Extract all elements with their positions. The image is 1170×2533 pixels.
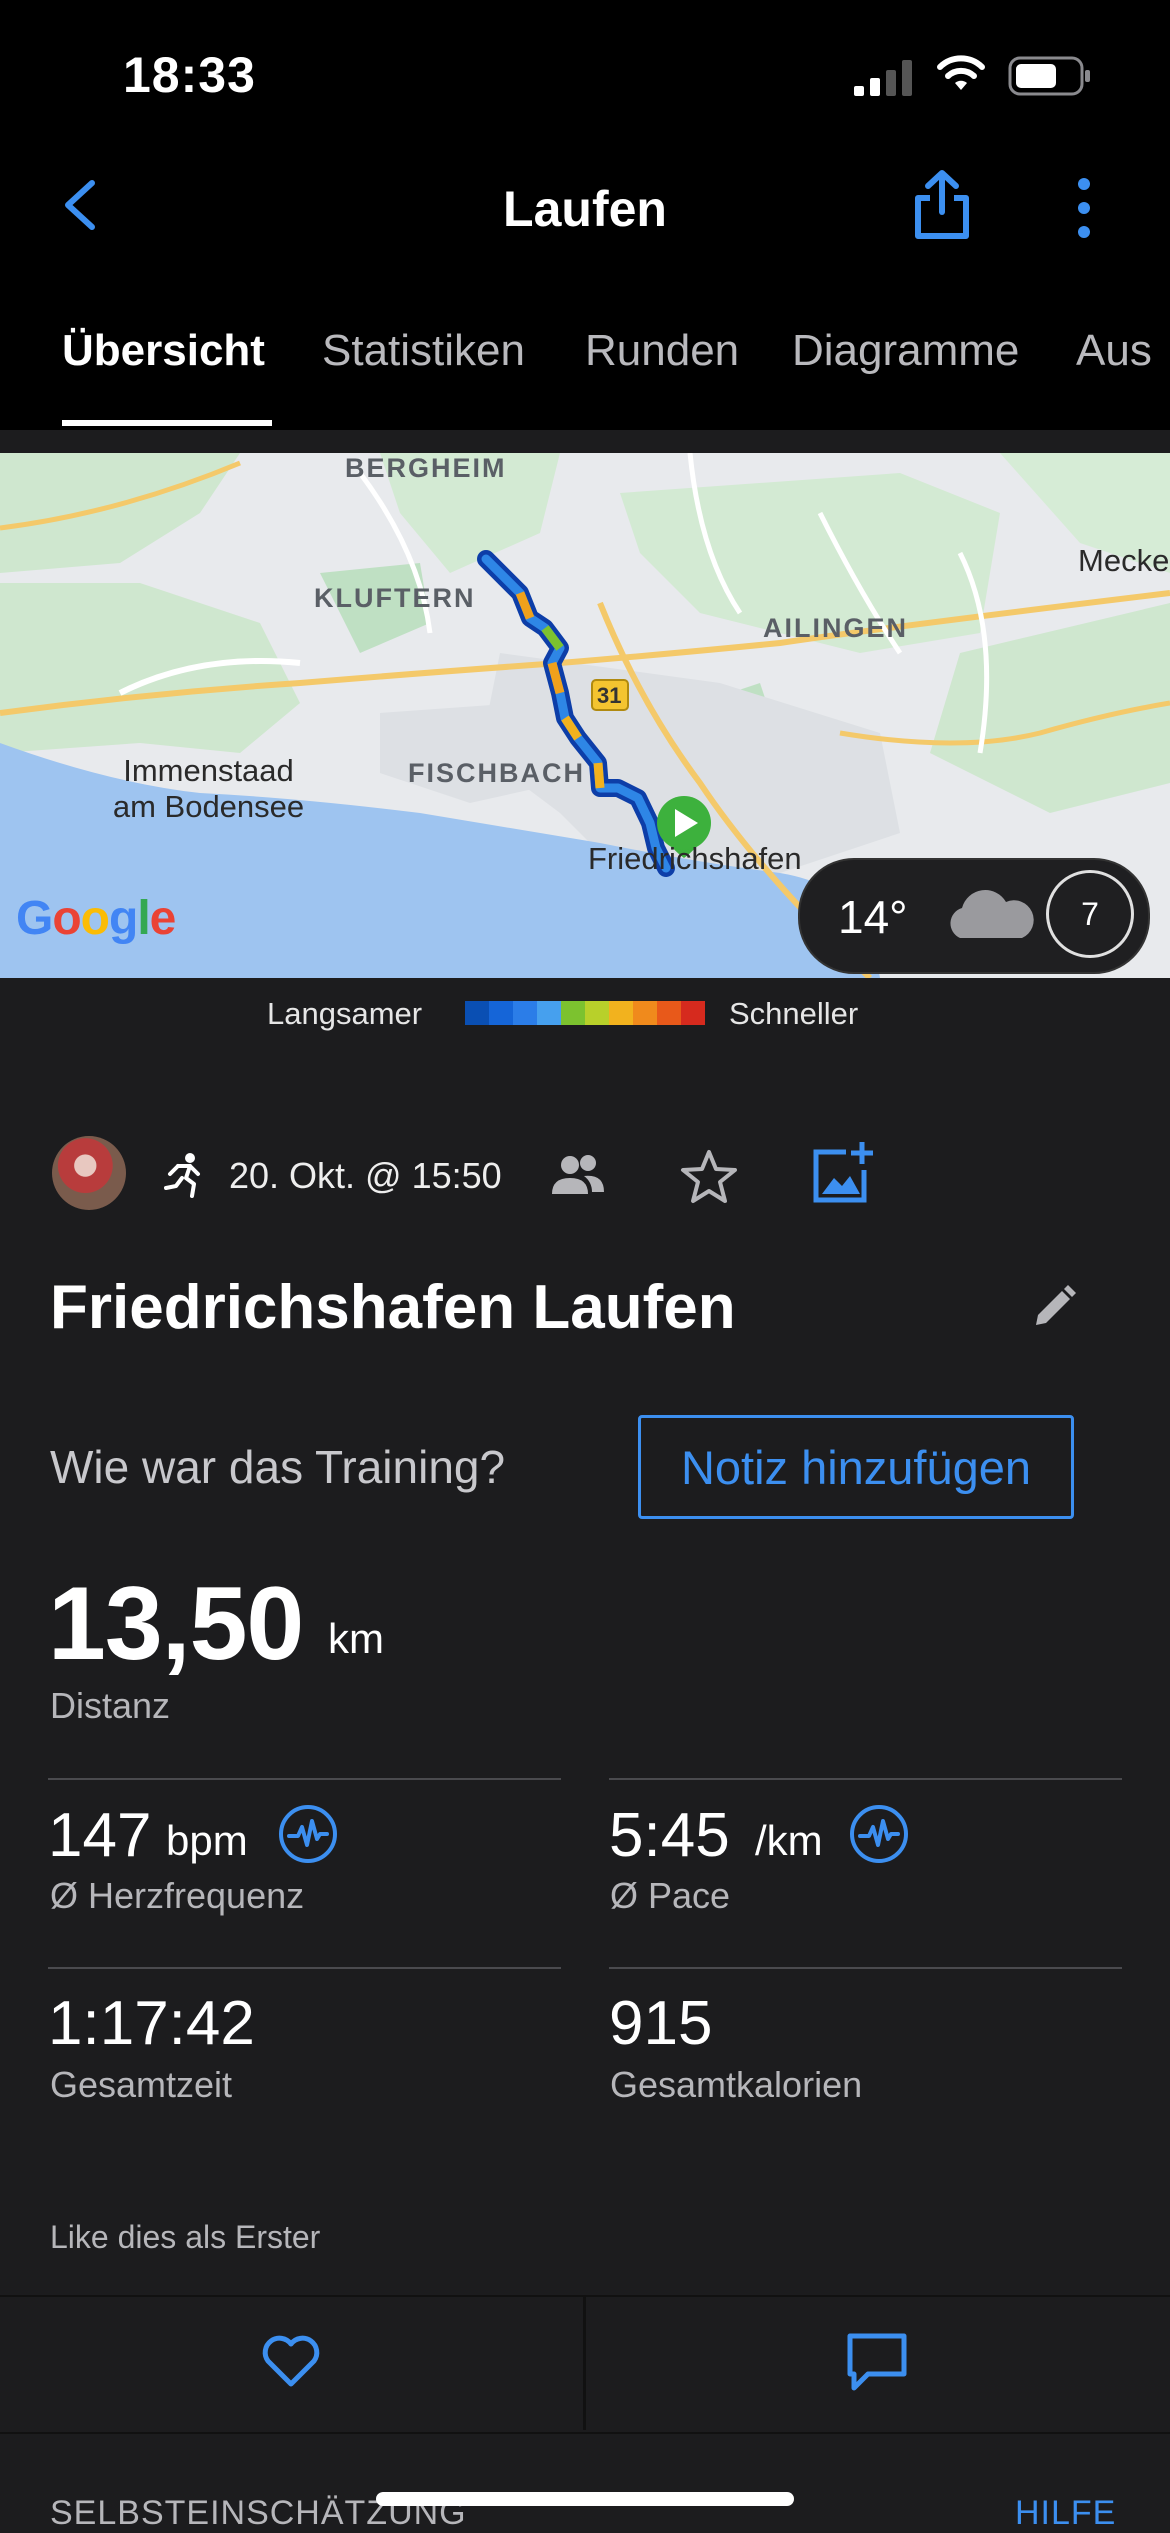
road-number: 31: [597, 683, 622, 708]
like-button[interactable]: [260, 2332, 322, 2393]
map-label-meckenbeuren: Mecke: [1078, 543, 1170, 578]
favorite-star-button[interactable]: [679, 1148, 739, 1211]
map-label-kluftern: KLUFTERN: [314, 583, 476, 613]
tab-laps[interactable]: Runden: [585, 326, 739, 376]
tab-more[interactable]: Aus: [1076, 326, 1152, 376]
cloud-icon: [940, 886, 1040, 951]
map-label-fischbach: FISCHBACH: [408, 758, 585, 788]
share-icon: [915, 170, 969, 239]
add-photo-button[interactable]: [812, 1140, 874, 1209]
legend-color-segment: [585, 1001, 609, 1025]
weather-temperature: 14°: [838, 891, 908, 943]
legend-color-segment: [489, 1001, 513, 1025]
comment-button[interactable]: [846, 2332, 908, 2397]
divider: [609, 1967, 1122, 1969]
wifi-icon: [936, 54, 986, 99]
tab-charts[interactable]: Diagramme: [792, 326, 1019, 376]
pace-legend-bar: [465, 1001, 705, 1025]
heart-rate-value: 147: [48, 1801, 152, 1870]
distance-unit: km: [328, 1615, 384, 1662]
running-icon: [160, 1152, 206, 1203]
edit-title-button[interactable]: [1030, 1283, 1078, 1336]
distance-label: Distanz: [50, 1685, 171, 1726]
more-vertical-icon: [1078, 178, 1090, 238]
pace-unit: /km: [755, 1817, 823, 1864]
tab-statistics[interactable]: Statistiken: [322, 326, 525, 376]
battery-icon: [1008, 56, 1092, 101]
legend-color-segment: [609, 1001, 633, 1025]
training-feedback-prompt: Wie war das Training?: [50, 1441, 506, 1493]
heart-rate-label: Ø Herzfrequenz: [50, 1875, 305, 1916]
comment-icon: [847, 2333, 907, 2391]
avatar[interactable]: [52, 1136, 126, 1210]
legend-color-segment: [657, 1001, 681, 1025]
people-icon[interactable]: [550, 1152, 606, 1203]
pencil-icon: [1036, 1285, 1076, 1325]
action-divider: [583, 2295, 586, 2430]
add-photo-icon: [813, 1142, 873, 1203]
home-indicator: [376, 2492, 794, 2506]
tab-overview[interactable]: Übersicht: [62, 326, 265, 376]
legend-color-segment: [465, 1001, 489, 1025]
distance-value: 13,50: [48, 1566, 304, 1682]
active-tab-indicator: [62, 420, 272, 426]
like-first-text: Like dies als Erster: [50, 2219, 321, 2255]
more-options-button[interactable]: [1070, 176, 1098, 240]
status-time: 18:33: [123, 47, 256, 103]
wind-indicator: 7: [1046, 870, 1134, 958]
heart-icon: [262, 2335, 320, 2387]
calories-value: 915: [609, 1989, 713, 2058]
pace-value: 5:45: [609, 1801, 730, 1870]
divider: [48, 1778, 561, 1780]
weather-badge: 14° 7: [798, 858, 1150, 974]
heart-rate-info-icon[interactable]: [277, 1803, 339, 1870]
legend-faster-label: Schneller: [729, 996, 859, 1031]
calories-label: Gesamtkalorien: [610, 2064, 863, 2105]
map-label-ailingen: AILINGEN: [763, 613, 909, 643]
signal-icon: [852, 58, 914, 103]
map-label-bergheim: BERGHEIM: [345, 453, 507, 483]
map-label-immenstaad: Immenstaad am Bodensee: [112, 753, 305, 824]
help-link[interactable]: HILFE: [1015, 2494, 1116, 2533]
legend-color-segment: [561, 1001, 585, 1025]
wind-speed: 7: [1081, 895, 1099, 932]
pace-info-icon[interactable]: [848, 1803, 910, 1870]
legend-slower-label: Langsamer: [267, 996, 423, 1031]
add-note-button[interactable]: Notiz hinzufügen: [638, 1415, 1074, 1519]
divider: [48, 1967, 561, 1969]
pace-label: Ø Pace: [610, 1875, 731, 1916]
divider: [609, 1778, 1122, 1780]
heart-rate-unit: bpm: [166, 1817, 248, 1864]
map-label-friedrichshafen: Friedrichshafen: [588, 841, 802, 876]
legend-color-segment: [513, 1001, 537, 1025]
tab-bar: Übersicht Statistiken Runden Diagramme A…: [0, 290, 1170, 430]
total-time-label: Gesamtzeit: [50, 2064, 233, 2105]
activity-title: Friedrichshafen Laufen: [50, 1273, 736, 1342]
star-icon: [681, 1150, 737, 1203]
legend-color-segment: [537, 1001, 561, 1025]
legend-color-segment: [681, 1001, 705, 1025]
share-button[interactable]: [912, 168, 972, 240]
activity-date: 20. Okt. @ 15:50: [229, 1155, 502, 1196]
total-time-value: 1:17:42: [48, 1989, 255, 2058]
google-logo: Google: [16, 892, 176, 945]
legend-color-segment: [633, 1001, 657, 1025]
page-title: Laufen: [503, 181, 667, 237]
